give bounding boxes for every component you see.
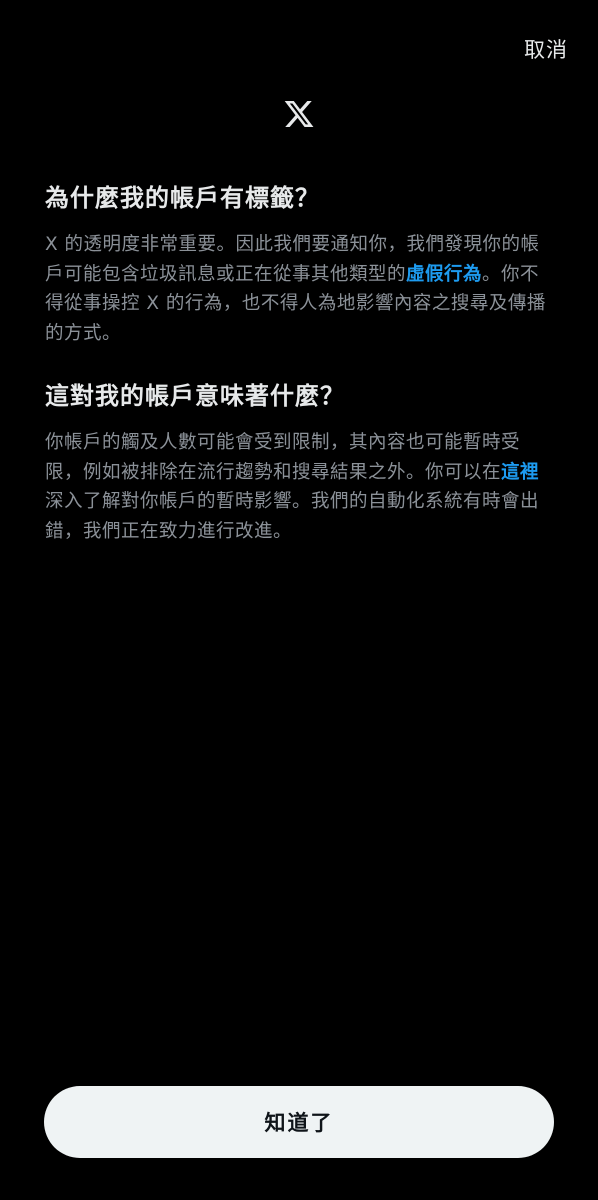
section-body-impact: 你帳戶的觸及人數可能會受到限制，其內容也可能暫時受限，例如被排除在流行趨勢和搜尋… [45, 428, 555, 546]
false-behavior-link[interactable]: 虛假行為 [406, 264, 482, 285]
got-it-button[interactable]: 知道了 [44, 1086, 554, 1158]
x-logo-icon [284, 101, 314, 127]
section-heading-label-impact: 這對我的帳戶意味著什麼？ [45, 382, 345, 410]
section-body-reason: X 的透明度非常重要。因此我們要通知你，我們發現你的帳戶可能包含垃圾訊息或正在從… [45, 230, 555, 348]
content: 為什麼我的帳戶有標籤？ X 的透明度非常重要。因此我們要通知你，我們發現你的帳戶… [45, 178, 555, 574]
section-heading-label-reason: 為什麼我的帳戶有標籤？ [45, 184, 320, 212]
cancel-button[interactable]: 取消 [524, 34, 568, 64]
body-text: 你帳戶的觸及人數可能會受到限制，其內容也可能暫時受限，例如被排除在流行趨勢和搜尋… [45, 432, 521, 483]
body-text: 深入了解對你帳戶的暫時影響。我們的自動化系統有時會出錯，我們正在致力進行改進。 [45, 491, 540, 542]
learn-more-link[interactable]: 這裡 [501, 462, 539, 483]
